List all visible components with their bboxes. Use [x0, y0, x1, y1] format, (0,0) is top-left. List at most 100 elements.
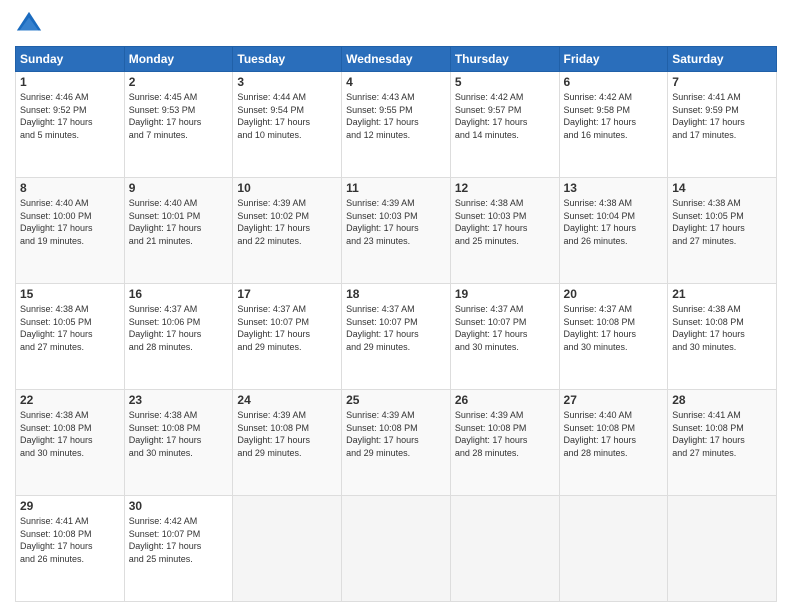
col-header-thursday: Thursday: [450, 47, 559, 72]
day-number: 20: [564, 287, 664, 301]
day-cell: [668, 496, 777, 602]
day-cell: 8 Sunrise: 4:40 AM Sunset: 10:00 PM Dayl…: [16, 178, 125, 284]
day-cell: [450, 496, 559, 602]
day-number: 27: [564, 393, 664, 407]
day-info: Sunrise: 4:41 AM Sunset: 9:59 PM Dayligh…: [672, 91, 772, 141]
day-number: 7: [672, 75, 772, 89]
day-cell: 10 Sunrise: 4:39 AM Sunset: 10:02 PM Day…: [233, 178, 342, 284]
day-number: 3: [237, 75, 337, 89]
day-cell: 20 Sunrise: 4:37 AM Sunset: 10:08 PM Day…: [559, 284, 668, 390]
day-number: 15: [20, 287, 120, 301]
day-number: 10: [237, 181, 337, 195]
day-number: 1: [20, 75, 120, 89]
day-cell: 5 Sunrise: 4:42 AM Sunset: 9:57 PM Dayli…: [450, 72, 559, 178]
day-info: Sunrise: 4:42 AM Sunset: 9:57 PM Dayligh…: [455, 91, 555, 141]
col-header-sunday: Sunday: [16, 47, 125, 72]
col-header-tuesday: Tuesday: [233, 47, 342, 72]
calendar-table: SundayMondayTuesdayWednesdayThursdayFrid…: [15, 46, 777, 602]
day-cell: 29 Sunrise: 4:41 AM Sunset: 10:08 PM Day…: [16, 496, 125, 602]
col-header-monday: Monday: [124, 47, 233, 72]
day-cell: 21 Sunrise: 4:38 AM Sunset: 10:08 PM Day…: [668, 284, 777, 390]
col-header-friday: Friday: [559, 47, 668, 72]
day-cell: 19 Sunrise: 4:37 AM Sunset: 10:07 PM Day…: [450, 284, 559, 390]
day-number: 12: [455, 181, 555, 195]
day-number: 19: [455, 287, 555, 301]
day-cell: 4 Sunrise: 4:43 AM Sunset: 9:55 PM Dayli…: [342, 72, 451, 178]
header: [15, 10, 777, 38]
week-row-2: 8 Sunrise: 4:40 AM Sunset: 10:00 PM Dayl…: [16, 178, 777, 284]
day-info: Sunrise: 4:37 AM Sunset: 10:06 PM Daylig…: [129, 303, 229, 353]
day-number: 11: [346, 181, 446, 195]
day-info: Sunrise: 4:39 AM Sunset: 10:08 PM Daylig…: [237, 409, 337, 459]
col-header-wednesday: Wednesday: [342, 47, 451, 72]
day-number: 23: [129, 393, 229, 407]
day-cell: 22 Sunrise: 4:38 AM Sunset: 10:08 PM Day…: [16, 390, 125, 496]
day-cell: 2 Sunrise: 4:45 AM Sunset: 9:53 PM Dayli…: [124, 72, 233, 178]
week-row-3: 15 Sunrise: 4:38 AM Sunset: 10:05 PM Day…: [16, 284, 777, 390]
day-info: Sunrise: 4:39 AM Sunset: 10:08 PM Daylig…: [346, 409, 446, 459]
day-number: 6: [564, 75, 664, 89]
day-number: 30: [129, 499, 229, 513]
day-cell: 3 Sunrise: 4:44 AM Sunset: 9:54 PM Dayli…: [233, 72, 342, 178]
page: SundayMondayTuesdayWednesdayThursdayFrid…: [0, 0, 792, 612]
day-info: Sunrise: 4:41 AM Sunset: 10:08 PM Daylig…: [20, 515, 120, 565]
day-cell: [559, 496, 668, 602]
day-number: 9: [129, 181, 229, 195]
day-number: 21: [672, 287, 772, 301]
day-cell: 25 Sunrise: 4:39 AM Sunset: 10:08 PM Day…: [342, 390, 451, 496]
day-info: Sunrise: 4:38 AM Sunset: 10:05 PM Daylig…: [672, 197, 772, 247]
col-header-saturday: Saturday: [668, 47, 777, 72]
day-cell: 24 Sunrise: 4:39 AM Sunset: 10:08 PM Day…: [233, 390, 342, 496]
day-number: 24: [237, 393, 337, 407]
day-cell: 23 Sunrise: 4:38 AM Sunset: 10:08 PM Day…: [124, 390, 233, 496]
day-info: Sunrise: 4:37 AM Sunset: 10:07 PM Daylig…: [455, 303, 555, 353]
day-cell: [342, 496, 451, 602]
day-number: 25: [346, 393, 446, 407]
day-cell: 7 Sunrise: 4:41 AM Sunset: 9:59 PM Dayli…: [668, 72, 777, 178]
day-number: 2: [129, 75, 229, 89]
day-info: Sunrise: 4:39 AM Sunset: 10:03 PM Daylig…: [346, 197, 446, 247]
day-cell: 6 Sunrise: 4:42 AM Sunset: 9:58 PM Dayli…: [559, 72, 668, 178]
day-info: Sunrise: 4:40 AM Sunset: 10:08 PM Daylig…: [564, 409, 664, 459]
day-cell: [233, 496, 342, 602]
day-info: Sunrise: 4:37 AM Sunset: 10:08 PM Daylig…: [564, 303, 664, 353]
day-number: 22: [20, 393, 120, 407]
day-info: Sunrise: 4:40 AM Sunset: 10:00 PM Daylig…: [20, 197, 120, 247]
day-number: 14: [672, 181, 772, 195]
day-info: Sunrise: 4:42 AM Sunset: 9:58 PM Dayligh…: [564, 91, 664, 141]
day-number: 18: [346, 287, 446, 301]
day-info: Sunrise: 4:44 AM Sunset: 9:54 PM Dayligh…: [237, 91, 337, 141]
day-cell: 11 Sunrise: 4:39 AM Sunset: 10:03 PM Day…: [342, 178, 451, 284]
day-cell: 15 Sunrise: 4:38 AM Sunset: 10:05 PM Day…: [16, 284, 125, 390]
day-info: Sunrise: 4:38 AM Sunset: 10:05 PM Daylig…: [20, 303, 120, 353]
day-info: Sunrise: 4:39 AM Sunset: 10:02 PM Daylig…: [237, 197, 337, 247]
day-info: Sunrise: 4:38 AM Sunset: 10:03 PM Daylig…: [455, 197, 555, 247]
day-cell: 16 Sunrise: 4:37 AM Sunset: 10:06 PM Day…: [124, 284, 233, 390]
week-row-1: 1 Sunrise: 4:46 AM Sunset: 9:52 PM Dayli…: [16, 72, 777, 178]
day-cell: 14 Sunrise: 4:38 AM Sunset: 10:05 PM Day…: [668, 178, 777, 284]
day-info: Sunrise: 4:42 AM Sunset: 10:07 PM Daylig…: [129, 515, 229, 565]
day-cell: 13 Sunrise: 4:38 AM Sunset: 10:04 PM Day…: [559, 178, 668, 284]
week-row-4: 22 Sunrise: 4:38 AM Sunset: 10:08 PM Day…: [16, 390, 777, 496]
day-number: 17: [237, 287, 337, 301]
day-number: 16: [129, 287, 229, 301]
day-cell: 18 Sunrise: 4:37 AM Sunset: 10:07 PM Day…: [342, 284, 451, 390]
day-cell: 9 Sunrise: 4:40 AM Sunset: 10:01 PM Dayl…: [124, 178, 233, 284]
day-info: Sunrise: 4:45 AM Sunset: 9:53 PM Dayligh…: [129, 91, 229, 141]
day-cell: 30 Sunrise: 4:42 AM Sunset: 10:07 PM Day…: [124, 496, 233, 602]
day-number: 8: [20, 181, 120, 195]
day-number: 29: [20, 499, 120, 513]
day-info: Sunrise: 4:39 AM Sunset: 10:08 PM Daylig…: [455, 409, 555, 459]
day-info: Sunrise: 4:41 AM Sunset: 10:08 PM Daylig…: [672, 409, 772, 459]
day-number: 28: [672, 393, 772, 407]
day-info: Sunrise: 4:43 AM Sunset: 9:55 PM Dayligh…: [346, 91, 446, 141]
day-info: Sunrise: 4:38 AM Sunset: 10:08 PM Daylig…: [20, 409, 120, 459]
day-cell: 12 Sunrise: 4:38 AM Sunset: 10:03 PM Day…: [450, 178, 559, 284]
day-number: 4: [346, 75, 446, 89]
day-cell: 26 Sunrise: 4:39 AM Sunset: 10:08 PM Day…: [450, 390, 559, 496]
day-number: 13: [564, 181, 664, 195]
day-cell: 1 Sunrise: 4:46 AM Sunset: 9:52 PM Dayli…: [16, 72, 125, 178]
day-info: Sunrise: 4:38 AM Sunset: 10:04 PM Daylig…: [564, 197, 664, 247]
day-info: Sunrise: 4:40 AM Sunset: 10:01 PM Daylig…: [129, 197, 229, 247]
day-cell: 27 Sunrise: 4:40 AM Sunset: 10:08 PM Day…: [559, 390, 668, 496]
